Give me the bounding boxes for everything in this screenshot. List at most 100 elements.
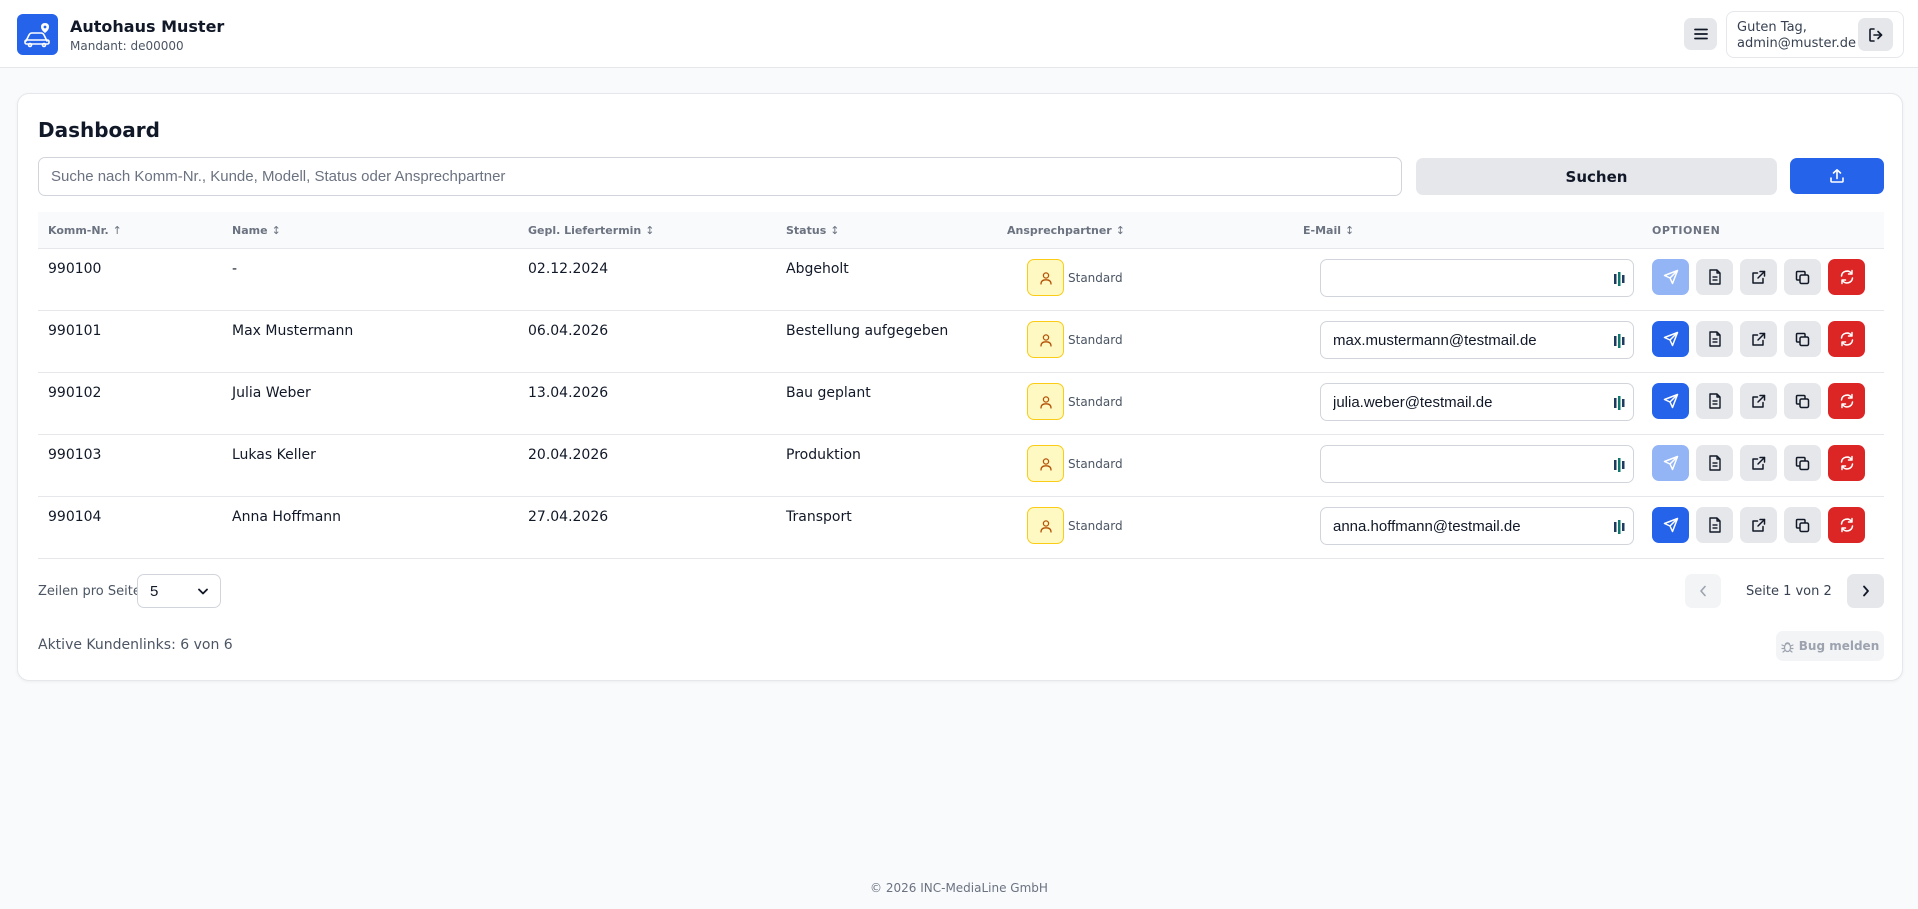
refresh-icon — [1840, 393, 1853, 409]
cell-status: Abgeholt — [786, 261, 849, 277]
contact-button[interactable] — [1027, 507, 1064, 544]
send-button[interactable] — [1652, 507, 1689, 543]
column-header-komm-nr[interactable]: Komm-Nr. ↑ — [48, 212, 122, 249]
refresh-icon — [1840, 455, 1853, 471]
email-field[interactable] — [1320, 383, 1634, 421]
send-icon — [1663, 455, 1678, 471]
send-button[interactable] — [1652, 383, 1689, 419]
copy-button[interactable] — [1784, 259, 1821, 295]
cell-name: Anna Hoffmann — [232, 509, 342, 525]
user-icon — [1039, 333, 1052, 347]
page-title: Dashboard — [38, 118, 160, 142]
menu-button[interactable] — [1684, 18, 1717, 50]
document-button[interactable] — [1696, 445, 1733, 481]
send-button[interactable] — [1652, 259, 1689, 295]
report-bug-button[interactable]: Bug melden — [1776, 631, 1884, 661]
chevron-right-icon — [1862, 585, 1869, 597]
reset-button[interactable] — [1828, 507, 1865, 543]
cell-komm-nr: 990102 — [48, 385, 102, 401]
cell-liefertermin: 06.04.2026 — [528, 323, 609, 339]
greeting-text: Guten Tag, — [1737, 20, 1807, 35]
copy-icon — [1795, 270, 1810, 284]
search-button[interactable]: Suchen — [1416, 158, 1777, 195]
external-link-icon — [1752, 394, 1766, 408]
open-link-button[interactable] — [1740, 321, 1777, 357]
cell-status: Bestellung aufgegeben — [786, 323, 949, 339]
column-header-email[interactable]: E-Mail ↕ — [1303, 212, 1354, 249]
column-header-optionen: OPTIONEN — [1652, 224, 1721, 237]
tenant-label: Mandant: de00000 — [70, 39, 184, 53]
document-button[interactable] — [1696, 321, 1733, 357]
table-header: Komm-Nr. ↑ Name ↕ Gepl. Liefertermin ↕ Stat… — [38, 212, 1884, 249]
sort-icon: ↕ — [1115, 224, 1125, 237]
copy-button[interactable] — [1784, 321, 1821, 357]
column-label: Ansprechpartner — [1007, 224, 1112, 237]
user-icon — [1039, 519, 1052, 533]
copy-button[interactable] — [1784, 383, 1821, 419]
contact-button[interactable] — [1027, 445, 1064, 482]
copy-button[interactable] — [1784, 507, 1821, 543]
contact-button[interactable] — [1027, 383, 1064, 420]
column-label: Name — [232, 224, 268, 237]
table-row: 990104 Anna Hoffmann 27.04.2026 Transpor… — [38, 497, 1884, 559]
password-manager-icon — [1614, 334, 1625, 348]
open-link-button[interactable] — [1740, 445, 1777, 481]
sort-icon: ↕ — [271, 224, 281, 237]
menu-icon — [1693, 28, 1708, 40]
table-row: 990102 Julia Weber 13.04.2026 Bau geplan… — [38, 373, 1884, 435]
active-links-count: Aktive Kundenlinks: 6 von 6 — [38, 637, 233, 653]
send-button[interactable] — [1652, 321, 1689, 357]
column-header-ansprechpartner[interactable]: Ansprechpartner ↕ — [1007, 212, 1125, 249]
column-label: Status — [786, 224, 827, 237]
chevron-down-icon — [198, 588, 208, 594]
dashboard-card: Dashboard Suchen Komm-Nr.↑ Name↕ Gepl. L… — [17, 93, 1903, 681]
password-manager-icon — [1614, 272, 1625, 286]
user-icon — [1039, 395, 1052, 409]
document-button[interactable] — [1696, 383, 1733, 419]
open-link-button[interactable] — [1740, 383, 1777, 419]
cell-komm-nr: 990101 — [48, 323, 102, 339]
refresh-icon — [1840, 331, 1853, 347]
top-bar: Autohaus Muster Mandant: de00000 Guten T… — [0, 0, 1918, 68]
contact-button[interactable] — [1027, 259, 1064, 296]
document-button[interactable] — [1696, 259, 1733, 295]
column-header-status[interactable]: Status ↕ — [786, 212, 839, 249]
document-icon — [1708, 331, 1721, 347]
cell-komm-nr: 990103 — [48, 447, 102, 463]
contact-label: Standard — [1068, 395, 1123, 409]
email-field[interactable] — [1320, 507, 1634, 545]
previous-page-button[interactable] — [1685, 574, 1721, 608]
upload-button[interactable] — [1790, 158, 1884, 194]
password-manager-icon — [1614, 396, 1625, 410]
rows-per-page-select[interactable]: 5 — [137, 574, 221, 608]
car-location-icon — [23, 22, 50, 47]
search-input[interactable] — [38, 157, 1402, 196]
next-page-button[interactable] — [1847, 574, 1884, 608]
email-field[interactable] — [1320, 445, 1634, 483]
reset-button[interactable] — [1828, 383, 1865, 419]
brand-name: Autohaus Muster — [70, 17, 225, 36]
email-field[interactable] — [1320, 259, 1634, 297]
reset-button[interactable] — [1828, 321, 1865, 357]
contact-button[interactable] — [1027, 321, 1064, 358]
send-button[interactable] — [1652, 445, 1689, 481]
sort-icon: ↕ — [830, 224, 840, 237]
document-button[interactable] — [1696, 507, 1733, 543]
copy-button[interactable] — [1784, 445, 1821, 481]
cell-liefertermin: 27.04.2026 — [528, 509, 609, 525]
logo[interactable] — [17, 14, 58, 55]
document-icon — [1708, 517, 1721, 533]
external-link-icon — [1752, 332, 1766, 346]
logout-button[interactable] — [1858, 18, 1893, 51]
open-link-button[interactable] — [1740, 259, 1777, 295]
table-row: 990100 - 02.12.2024 Abgeholt Standard — [38, 249, 1884, 311]
open-link-button[interactable] — [1740, 507, 1777, 543]
column-header-name[interactable]: Name ↕ — [232, 212, 281, 249]
cell-liefertermin: 13.04.2026 — [528, 385, 609, 401]
document-icon — [1708, 269, 1721, 285]
reset-button[interactable] — [1828, 445, 1865, 481]
reset-button[interactable] — [1828, 259, 1865, 295]
column-header-liefertermin[interactable]: Gepl. Liefertermin ↕ — [528, 212, 654, 249]
cell-name: Max Mustermann — [232, 323, 354, 339]
email-field[interactable] — [1320, 321, 1634, 359]
